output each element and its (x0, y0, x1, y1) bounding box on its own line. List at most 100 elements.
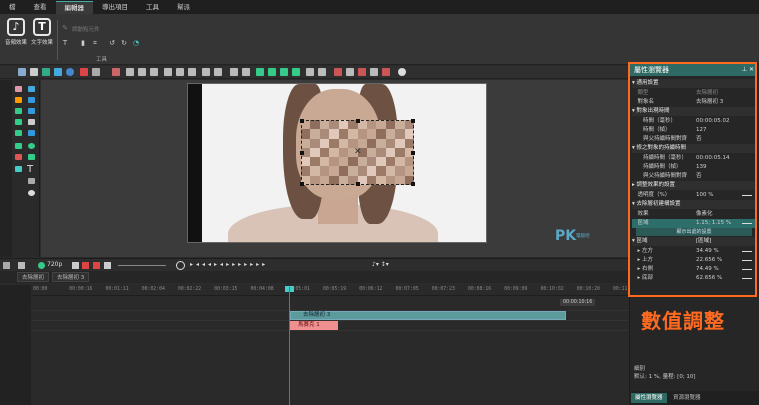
step-back-icon[interactable] (72, 262, 79, 269)
move-up-icon[interactable] (256, 68, 264, 76)
menu-tab-file[interactable]: 檔 (0, 1, 25, 14)
resize-handle-e[interactable] (411, 151, 415, 155)
resize-handle-sw[interactable] (300, 182, 304, 186)
send-back-icon[interactable] (292, 68, 300, 76)
timeline-clip-marker[interactable]: 馬賽克 1 (290, 321, 338, 330)
distribute-icon[interactable] (202, 68, 210, 76)
rotate-left-icon[interactable]: ↺ (108, 39, 116, 47)
box-tool-icon[interactable] (28, 130, 35, 136)
bars-tool-icon[interactable] (15, 143, 22, 149)
resize-handle-ne[interactable] (411, 119, 415, 123)
copy-icon[interactable] (30, 68, 38, 76)
audio-effects-button[interactable]: ♪ 音頻效果 (3, 18, 29, 62)
ellipse-tool-icon[interactable] (28, 143, 35, 149)
align-bottom-icon[interactable] (188, 68, 196, 76)
grid-icon[interactable] (18, 262, 25, 269)
chart-tool-icon[interactable] (15, 86, 22, 92)
cut-icon[interactable] (18, 68, 26, 76)
menu-tab-tools[interactable]: 工具 (137, 1, 168, 14)
frame-tool-icon[interactable] (28, 108, 35, 114)
center-crosshair-icon[interactable]: ✕ (354, 147, 362, 157)
loop-icon[interactable] (93, 262, 100, 269)
pointer-tool-icon[interactable] (28, 86, 35, 92)
align-middle-icon[interactable] (176, 68, 184, 76)
timeline-clip-mosaic[interactable]: 去除層初 3 (290, 311, 566, 320)
mosaic-selection-box[interactable]: ✕ (300, 119, 415, 186)
timeline-tick-label: 00:02:04 (141, 287, 165, 292)
bring-front-icon[interactable] (280, 68, 288, 76)
fit-icon[interactable] (230, 68, 238, 76)
preview-letterbox (188, 84, 202, 242)
playhead-line[interactable] (289, 287, 290, 405)
menu-tab-help[interactable]: 幫派 (168, 1, 199, 14)
delete-icon[interactable] (54, 68, 62, 76)
menu-tab-editor[interactable]: 編輯器 (55, 1, 93, 14)
record-icon[interactable] (82, 262, 89, 269)
transport-extra-icon[interactable]: ♪▾ ↕▾ (372, 261, 389, 268)
align-left-icon[interactable] (126, 68, 134, 76)
cloud-tool-icon[interactable] (28, 154, 35, 160)
gear-icon[interactable] (398, 68, 406, 76)
text-tool-icon-large[interactable]: T (27, 164, 33, 175)
timeline-tick-label: 00:07:05 (395, 287, 419, 292)
resize-handle-n[interactable] (356, 119, 360, 123)
transport-controls[interactable]: ▸◂◂◂▸◂▸▸▸▸▸▸▸ (190, 261, 268, 268)
text-effects-icon: T (33, 18, 51, 36)
scene-tab-2[interactable]: 去除層初 3 (52, 272, 90, 282)
fx-icon[interactable] (334, 68, 342, 76)
align-center-icon[interactable] (138, 68, 146, 76)
resize-handle-se[interactable] (411, 182, 415, 186)
undo-icon[interactable] (80, 68, 88, 76)
line-tool-icon[interactable] (28, 119, 35, 125)
subtitle-tool-icon[interactable] (28, 178, 35, 184)
resize-handle-nw[interactable] (300, 119, 304, 123)
timeline-tick-label: 00:05:19 (323, 287, 347, 292)
playback-bar: 720p ▸◂◂◂▸◂▸▸▸▸▸▸▸ ♪▾ ↕▾ (0, 258, 628, 271)
timeline-tick-label: 00:02:22 (178, 287, 202, 292)
text-effects-button[interactable]: T 文字效果 (29, 18, 55, 62)
paste-icon[interactable] (42, 68, 50, 76)
rotate-right-icon[interactable]: ↻ (120, 39, 128, 47)
scene-tab-1[interactable]: 去除層初 (17, 272, 50, 282)
fx4-icon[interactable] (370, 68, 378, 76)
crop-icon[interactable]: ⌗ (91, 39, 99, 47)
align-top-icon[interactable] (164, 68, 172, 76)
run-tool-icon[interactable] (15, 97, 22, 103)
resize-handle-s[interactable] (356, 182, 360, 186)
stretch-icon[interactable] (242, 68, 250, 76)
video-preview[interactable]: ✕ (187, 83, 487, 243)
tab-resource-browser[interactable]: 資源瀏覽器 (669, 393, 705, 403)
image-tool-icon[interactable] (15, 108, 22, 114)
align-right-icon[interactable] (150, 68, 158, 76)
menu-tab-export[interactable]: 導出項目 (93, 1, 137, 14)
menu-tab-view[interactable]: 查看 (25, 1, 56, 14)
move-tool-icon[interactable] (15, 166, 22, 172)
resize-handle-w[interactable] (300, 151, 304, 155)
speech-tool-icon[interactable] (28, 190, 35, 196)
zoom-fit-icon[interactable] (3, 262, 10, 269)
trash-icon[interactable]: ▮ (79, 39, 87, 47)
speed-icon[interactable]: ◔ (132, 39, 140, 47)
rect-tool-icon[interactable] (28, 97, 35, 103)
level-tool-icon[interactable] (15, 154, 22, 160)
move-down-icon[interactable] (268, 68, 276, 76)
align-grid-icon[interactable] (112, 68, 120, 76)
shape-icon[interactable] (306, 68, 314, 76)
distribute-v-icon[interactable] (214, 68, 222, 76)
clock-icon[interactable] (176, 261, 185, 270)
timeline-ruler[interactable]: 00:00 00:00:16 00:01:11 00:02:04 00:02:22 00:… (31, 285, 636, 296)
video-tool-icon[interactable] (15, 119, 22, 125)
shape-menu-icon[interactable] (318, 68, 326, 76)
resolution-select[interactable]: 720p (47, 261, 62, 268)
fx2-icon[interactable] (346, 68, 354, 76)
resolution-icon[interactable] (38, 262, 45, 269)
mark-icon[interactable] (104, 262, 111, 269)
circle-tool-icon[interactable] (66, 68, 74, 76)
tab-property-browser[interactable]: 屬性瀏覽器 (631, 393, 667, 403)
fx3-icon[interactable] (358, 68, 366, 76)
fx5-icon[interactable] (382, 68, 390, 76)
redo-icon[interactable] (92, 68, 100, 76)
volume-slider[interactable] (118, 265, 166, 266)
play-tool-icon[interactable] (15, 130, 22, 136)
text-tool-icon[interactable]: T (61, 39, 69, 47)
